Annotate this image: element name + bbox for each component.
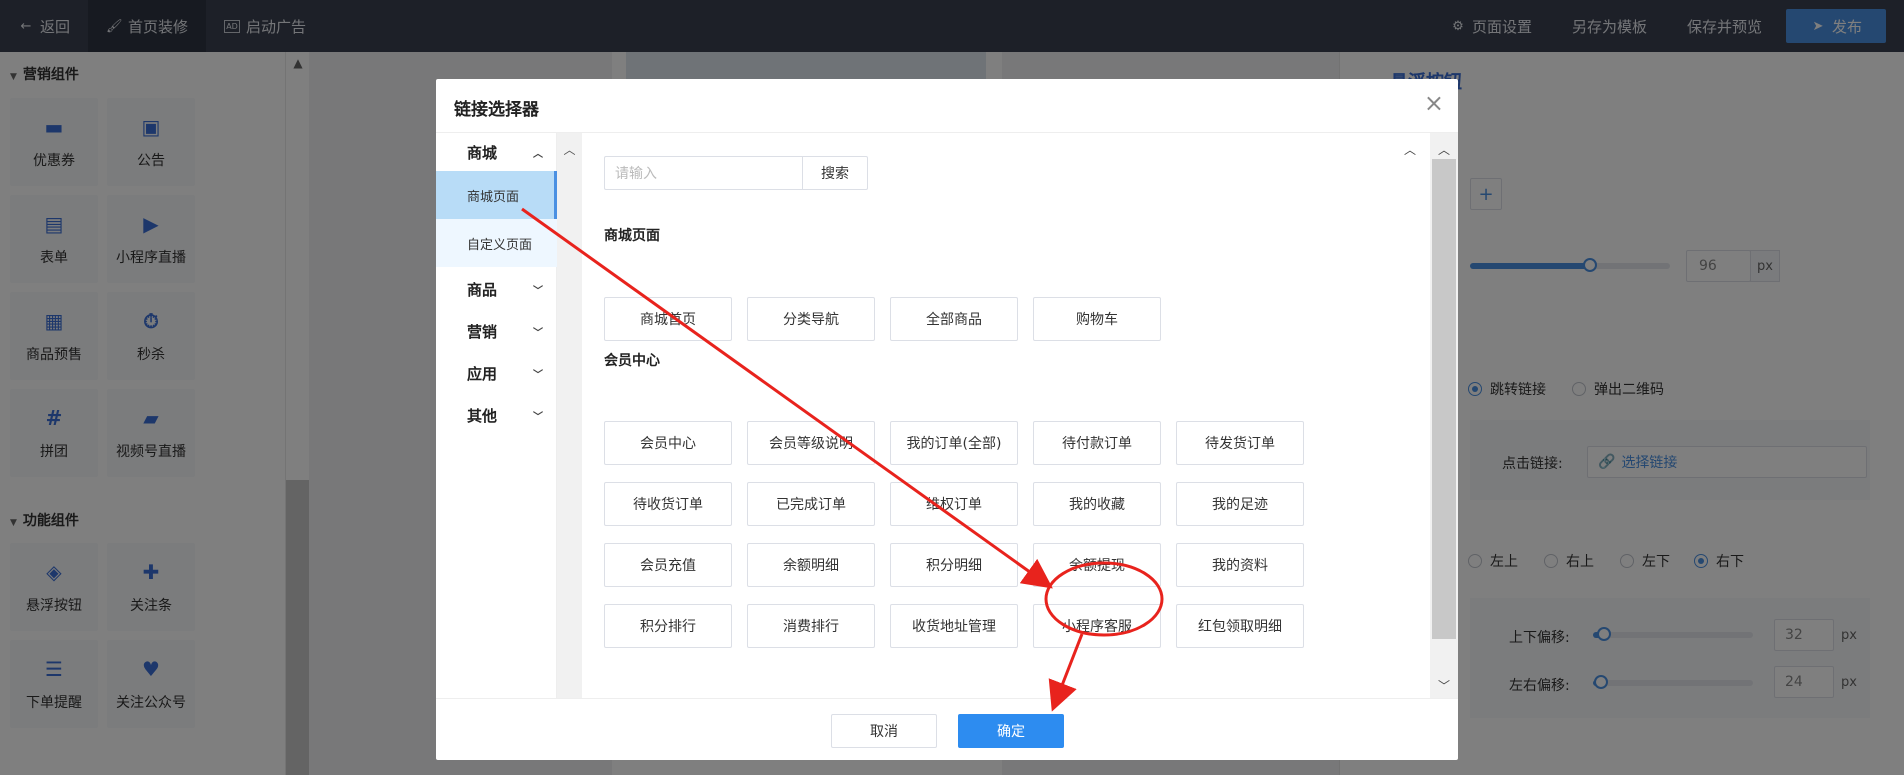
close-icon[interactable]: ×: [1424, 89, 1444, 117]
link-list-scrollbar[interactable]: ︿ ﹀: [1430, 133, 1458, 698]
link-option[interactable]: 我的收藏: [1033, 482, 1161, 526]
link-option[interactable]: 红包领取明细: [1176, 604, 1304, 648]
nav-group-other-label: 其他: [467, 406, 498, 425]
scroll-up-icon[interactable]: ︿: [557, 141, 582, 158]
nav-scrollbar[interactable]: ︿: [557, 133, 582, 698]
link-option[interactable]: 积分明细: [890, 543, 1018, 587]
chevron-down-icon: ﹀: [533, 327, 543, 339]
link-option[interactable]: 待付款订单: [1033, 421, 1161, 465]
nav-group-other[interactable]: 其他 ﹀: [436, 396, 557, 434]
link-option[interactable]: 分类导航: [747, 297, 875, 341]
nav-group-goods-label: 商品: [467, 280, 498, 299]
nav-item-mall-page-label: 商城页面: [467, 189, 520, 205]
nav-group-marketing-label: 营销: [467, 322, 498, 341]
scroll-up-icon[interactable]: ︿: [1404, 141, 1416, 158]
link-option[interactable]: 我的资料: [1176, 543, 1304, 587]
group-title-member-center: 会员中心: [604, 353, 660, 369]
link-option[interactable]: 小程序客服: [1033, 604, 1161, 648]
nav-group-marketing[interactable]: 营销 ﹀: [436, 312, 557, 350]
nav-group-apps[interactable]: 应用 ﹀: [436, 354, 557, 392]
link-option[interactable]: 我的足迹: [1176, 482, 1304, 526]
nav-group-mall[interactable]: 商城 ︿: [436, 133, 557, 171]
link-option[interactable]: 收货地址管理: [890, 604, 1018, 648]
scroll-up-icon[interactable]: ︿: [1430, 141, 1458, 158]
cancel-button[interactable]: 取消: [831, 714, 937, 748]
link-option[interactable]: 会员中心: [604, 421, 732, 465]
link-option[interactable]: 会员充值: [604, 543, 732, 587]
link-category-nav: 商城 ︿ 商城页面 自定义页面 商品 ﹀ 营销 ﹀ 应用 ﹀ 其他 ﹀: [436, 133, 557, 698]
search-input[interactable]: 请输入: [604, 156, 802, 190]
link-selector-dialog: 链接选择器 × 商城 ︿ 商城页面 自定义页面 商品 ﹀ 营销 ﹀ 应用 ﹀ 其…: [436, 79, 1458, 760]
link-option[interactable]: 积分排行: [604, 604, 732, 648]
dialog-header: 链接选择器 ×: [436, 79, 1458, 133]
link-option[interactable]: 全部商品: [890, 297, 1018, 341]
chevron-down-icon: ﹀: [533, 369, 543, 381]
nav-group-goods[interactable]: 商品 ﹀: [436, 270, 557, 308]
link-option[interactable]: 余额提现: [1033, 543, 1161, 587]
chevron-down-icon: ﹀: [533, 285, 543, 297]
link-option[interactable]: 购物车: [1033, 297, 1161, 341]
scroll-down-icon[interactable]: ﹀: [1430, 677, 1458, 694]
link-option[interactable]: 已完成订单: [747, 482, 875, 526]
link-list-area: 请输入 搜索 商城页面 商城首页 分类导航 全部商品 购物车 会员中心 会员中心 会员等…: [582, 133, 1430, 698]
nav-item-mall-page[interactable]: 商城页面: [436, 171, 557, 219]
search-button[interactable]: 搜索: [802, 156, 868, 190]
link-option[interactable]: 我的订单(全部): [890, 421, 1018, 465]
group-title-mall-page: 商城页面: [604, 228, 660, 244]
confirm-button[interactable]: 确定: [958, 714, 1064, 748]
nav-group-mall-label: 商城: [467, 143, 498, 162]
dialog-title: 链接选择器: [454, 100, 539, 120]
nav-item-custom-page[interactable]: 自定义页面: [436, 219, 557, 267]
link-option[interactable]: 商城首页: [604, 297, 732, 341]
nav-item-custom-page-label: 自定义页面: [467, 237, 533, 253]
chevron-down-icon: ﹀: [533, 411, 543, 423]
scrollbar-thumb[interactable]: [1432, 159, 1456, 639]
link-option[interactable]: 消费排行: [747, 604, 875, 648]
link-option[interactable]: 待发货订单: [1176, 421, 1304, 465]
link-option[interactable]: 维权订单: [890, 482, 1018, 526]
nav-group-apps-label: 应用: [467, 364, 498, 383]
link-option[interactable]: 待收货订单: [604, 482, 732, 526]
link-option[interactable]: 会员等级说明: [747, 421, 875, 465]
link-option[interactable]: 余额明细: [747, 543, 875, 587]
chevron-up-icon: ︿: [533, 148, 543, 160]
dialog-footer: 取消 确定: [436, 698, 1458, 760]
